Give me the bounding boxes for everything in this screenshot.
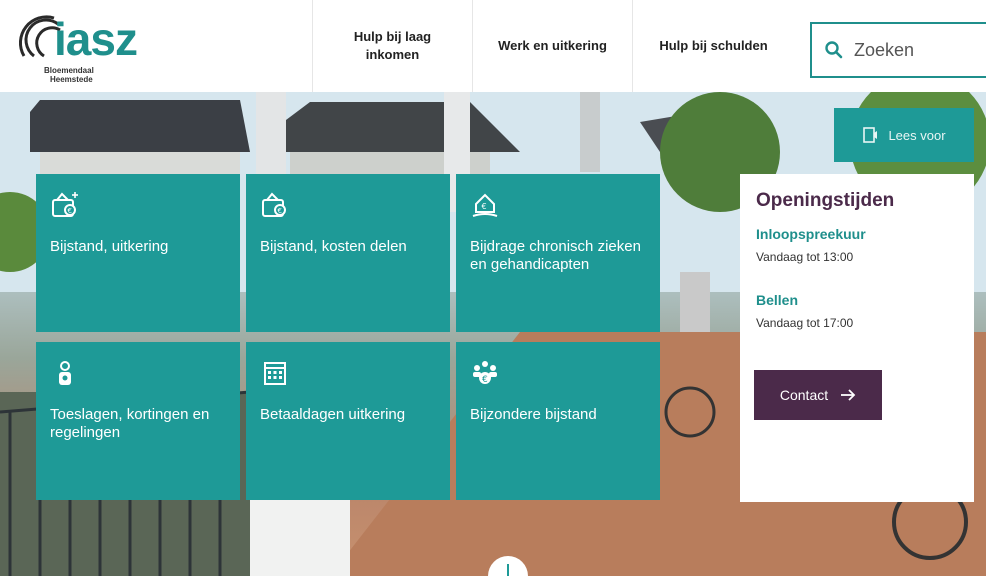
search-icon[interactable] (824, 40, 844, 60)
svg-text:€: € (68, 207, 72, 215)
svg-text:€: € (482, 202, 487, 211)
wallet-plus-icon: € (52, 192, 78, 217)
call-time: Vandaag tot 17:00 (756, 316, 854, 330)
opening-hours-title: Openingstijden (756, 190, 895, 211)
tile-betaaldagen-uitkering[interactable]: Betaaldagen uitkering (246, 342, 450, 500)
wallet-icon: € (262, 192, 286, 217)
nav-werk-en-uitkering[interactable]: Werk en uitkering (472, 0, 632, 92)
tile-toeslagen-kortingen[interactable]: Toeslagen, kortingen en regelingen (36, 342, 240, 500)
speaker-document-icon (863, 127, 878, 143)
tile-label: Betaaldagen uitkering (260, 406, 406, 423)
read-aloud-label: Lees voor (888, 127, 946, 143)
nav-label: Hulp bij schulden (659, 37, 768, 53)
read-aloud-button[interactable]: Lees voor (834, 108, 974, 162)
tile-label: Bijstand, uitkering (50, 238, 169, 255)
search-box[interactable] (810, 22, 986, 78)
nav-label: Werk en uitkering (498, 37, 607, 53)
person-icon (59, 361, 71, 385)
call-title: Bellen (756, 292, 799, 308)
svg-text:€: € (278, 207, 282, 215)
logo-line-1: Bloemendaal (44, 66, 94, 75)
walkin-title: Inloopspreekuur (756, 226, 866, 242)
tile-label: Bijdrage chronisch zieken en gehandicapt… (470, 238, 641, 273)
tile-label: Toeslagen, kortingen en regelingen (50, 406, 210, 441)
contact-button[interactable]: Contact (754, 370, 882, 420)
people-euro-icon: € (473, 361, 497, 385)
iasz-logo[interactable]: iasz Bloemendaal Heemstede (14, 12, 154, 84)
arrow-right-icon (841, 389, 856, 401)
tile-bijstand-uitkering[interactable]: € Bijstand, uitkering (36, 174, 240, 332)
tile-bijzondere-bijstand[interactable]: € Bijzondere bijstand (456, 342, 660, 500)
nav-hulp-bij-laag-inkomen[interactable]: Hulp bij laag inkomen (312, 0, 472, 92)
site-header: iasz Bloemendaal Heemstede Hulp bij laag… (0, 0, 986, 92)
contact-label: Contact (779, 387, 829, 403)
search-input[interactable] (854, 39, 984, 61)
walkin-time: Vandaag tot 13:00 (756, 250, 854, 264)
tile-label: Bijstand, kosten delen (260, 238, 407, 255)
tile-bijstand-kosten-delen[interactable]: € Bijstand, kosten delen (246, 174, 450, 332)
tile-label: Bijzondere bijstand (470, 406, 597, 423)
tile-bijdrage-chronisch-zieken[interactable]: € Bijdrage chronisch zieken en gehandica… (456, 174, 660, 332)
calendar-icon (264, 362, 286, 385)
house-hand-icon: € (472, 193, 498, 217)
svg-text:€: € (482, 375, 488, 385)
logo-wordmark: iasz (54, 13, 138, 65)
opening-hours-card: Openingstijden Inloopspreekuur Vandaag t… (740, 174, 974, 502)
logo-line-2: Heemstede (50, 75, 93, 84)
nav-hulp-bij-schulden[interactable]: Hulp bij schulden (632, 0, 794, 92)
nav-label: Hulp bij laag inkomen (353, 28, 432, 62)
arrow-down-icon (507, 564, 509, 576)
